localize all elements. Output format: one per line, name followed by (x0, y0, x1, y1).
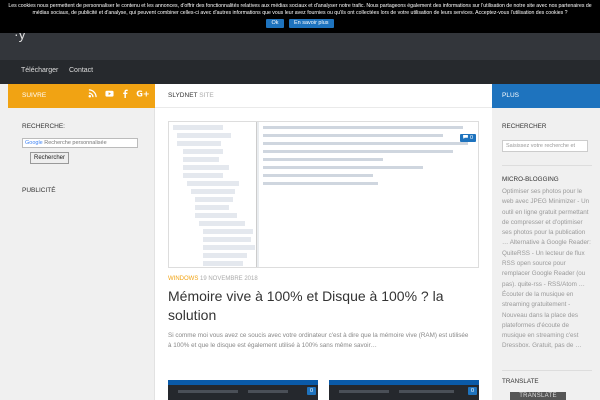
post-meta: WINDOWS 19 NOVEMBRE 2018 (168, 276, 258, 282)
comment-count: 0 (469, 135, 473, 141)
comment-icon (463, 135, 469, 139)
post-thumbnail[interactable]: 0 (168, 121, 479, 268)
comment-count: 0 (470, 388, 474, 394)
post-category[interactable]: WINDOWS (168, 276, 198, 282)
nav-item-telecharger[interactable]: Télécharger (21, 67, 58, 74)
post-title[interactable]: Mémoire vive à 100% et Disque à 100% ? l… (168, 287, 468, 325)
search-button[interactable]: Rechercher (30, 152, 70, 164)
main-header: SLYDNET SITE (155, 84, 492, 108)
left-sidebar: RECHERCHE: Google Recherche personnalisé… (8, 108, 155, 400)
post-date: 19 NOVEMBRE 2018 (200, 276, 258, 282)
google-plus-icon[interactable]: G+ (136, 89, 149, 100)
translate-title: TRANSLATE (502, 378, 539, 385)
next-post-thumbnail-2[interactable]: 0 (329, 380, 479, 400)
ads-widget-title: PUBLICITÉ (22, 187, 56, 194)
more-label: PLUS (502, 92, 519, 99)
follow-label: SUIVRE (22, 92, 47, 99)
registry-tree (169, 122, 257, 267)
comment-count-badge[interactable]: 0 (460, 134, 476, 142)
main-nav: Télécharger Contact (0, 60, 600, 84)
post-excerpt: Si comme moi vous avez ce soucis avec vo… (168, 332, 469, 349)
search-input[interactable]: Saisissez votre recherche et (502, 140, 588, 152)
search-widget-title: RECHERCHE: (22, 123, 65, 130)
google-brand: Google (25, 140, 43, 146)
search-placeholder: Recherche personnalisée (44, 140, 107, 146)
facebook-icon[interactable] (122, 89, 128, 100)
comment-count: 0 (309, 388, 313, 394)
cookie-more-button[interactable]: En savoir plus (288, 19, 334, 28)
cookie-ok-button[interactable]: Ok (266, 19, 284, 28)
search-widget-title: RECHERCHER (502, 123, 547, 130)
nav-item-contact[interactable]: Contact (69, 67, 93, 74)
right-sidebar: RECHERCHER Saisissez votre recherche et … (492, 108, 600, 400)
registry-values (259, 122, 478, 267)
micro-blogging-text[interactable]: Optimiser ses photos pour le web avec JP… (502, 187, 592, 352)
follow-header: SUIVRE G+ (8, 84, 155, 108)
site-sub: SITE (199, 92, 214, 99)
divider (502, 370, 592, 371)
micro-blogging-title: MICRO-BLOGGING (502, 176, 559, 183)
search-input[interactable]: Google Recherche personnalisée (22, 138, 138, 148)
main-content: 0 WINDOWS 19 NOVEMBRE 2018 Mémoire vive … (155, 108, 492, 400)
next-post-thumbnail-1[interactable]: 0 (168, 380, 318, 400)
translate-button[interactable]: TRANSLATE (510, 392, 566, 400)
comment-count-badge[interactable]: 0 (306, 387, 316, 395)
divider (502, 165, 592, 166)
comment-count-badge[interactable]: 0 (467, 387, 477, 395)
main-header-label: SLYDNET SITE (168, 92, 214, 99)
site-name: SLYDNET (168, 92, 198, 99)
more-header: PLUS (492, 84, 600, 108)
youtube-icon[interactable] (105, 89, 114, 100)
svg-text:G+: G+ (136, 89, 149, 98)
rss-icon[interactable] (88, 89, 97, 100)
cookie-banner: Les cookies nous permettent de personnal… (0, 0, 600, 33)
cookie-text: Les cookies nous permettent de personnal… (8, 3, 592, 16)
